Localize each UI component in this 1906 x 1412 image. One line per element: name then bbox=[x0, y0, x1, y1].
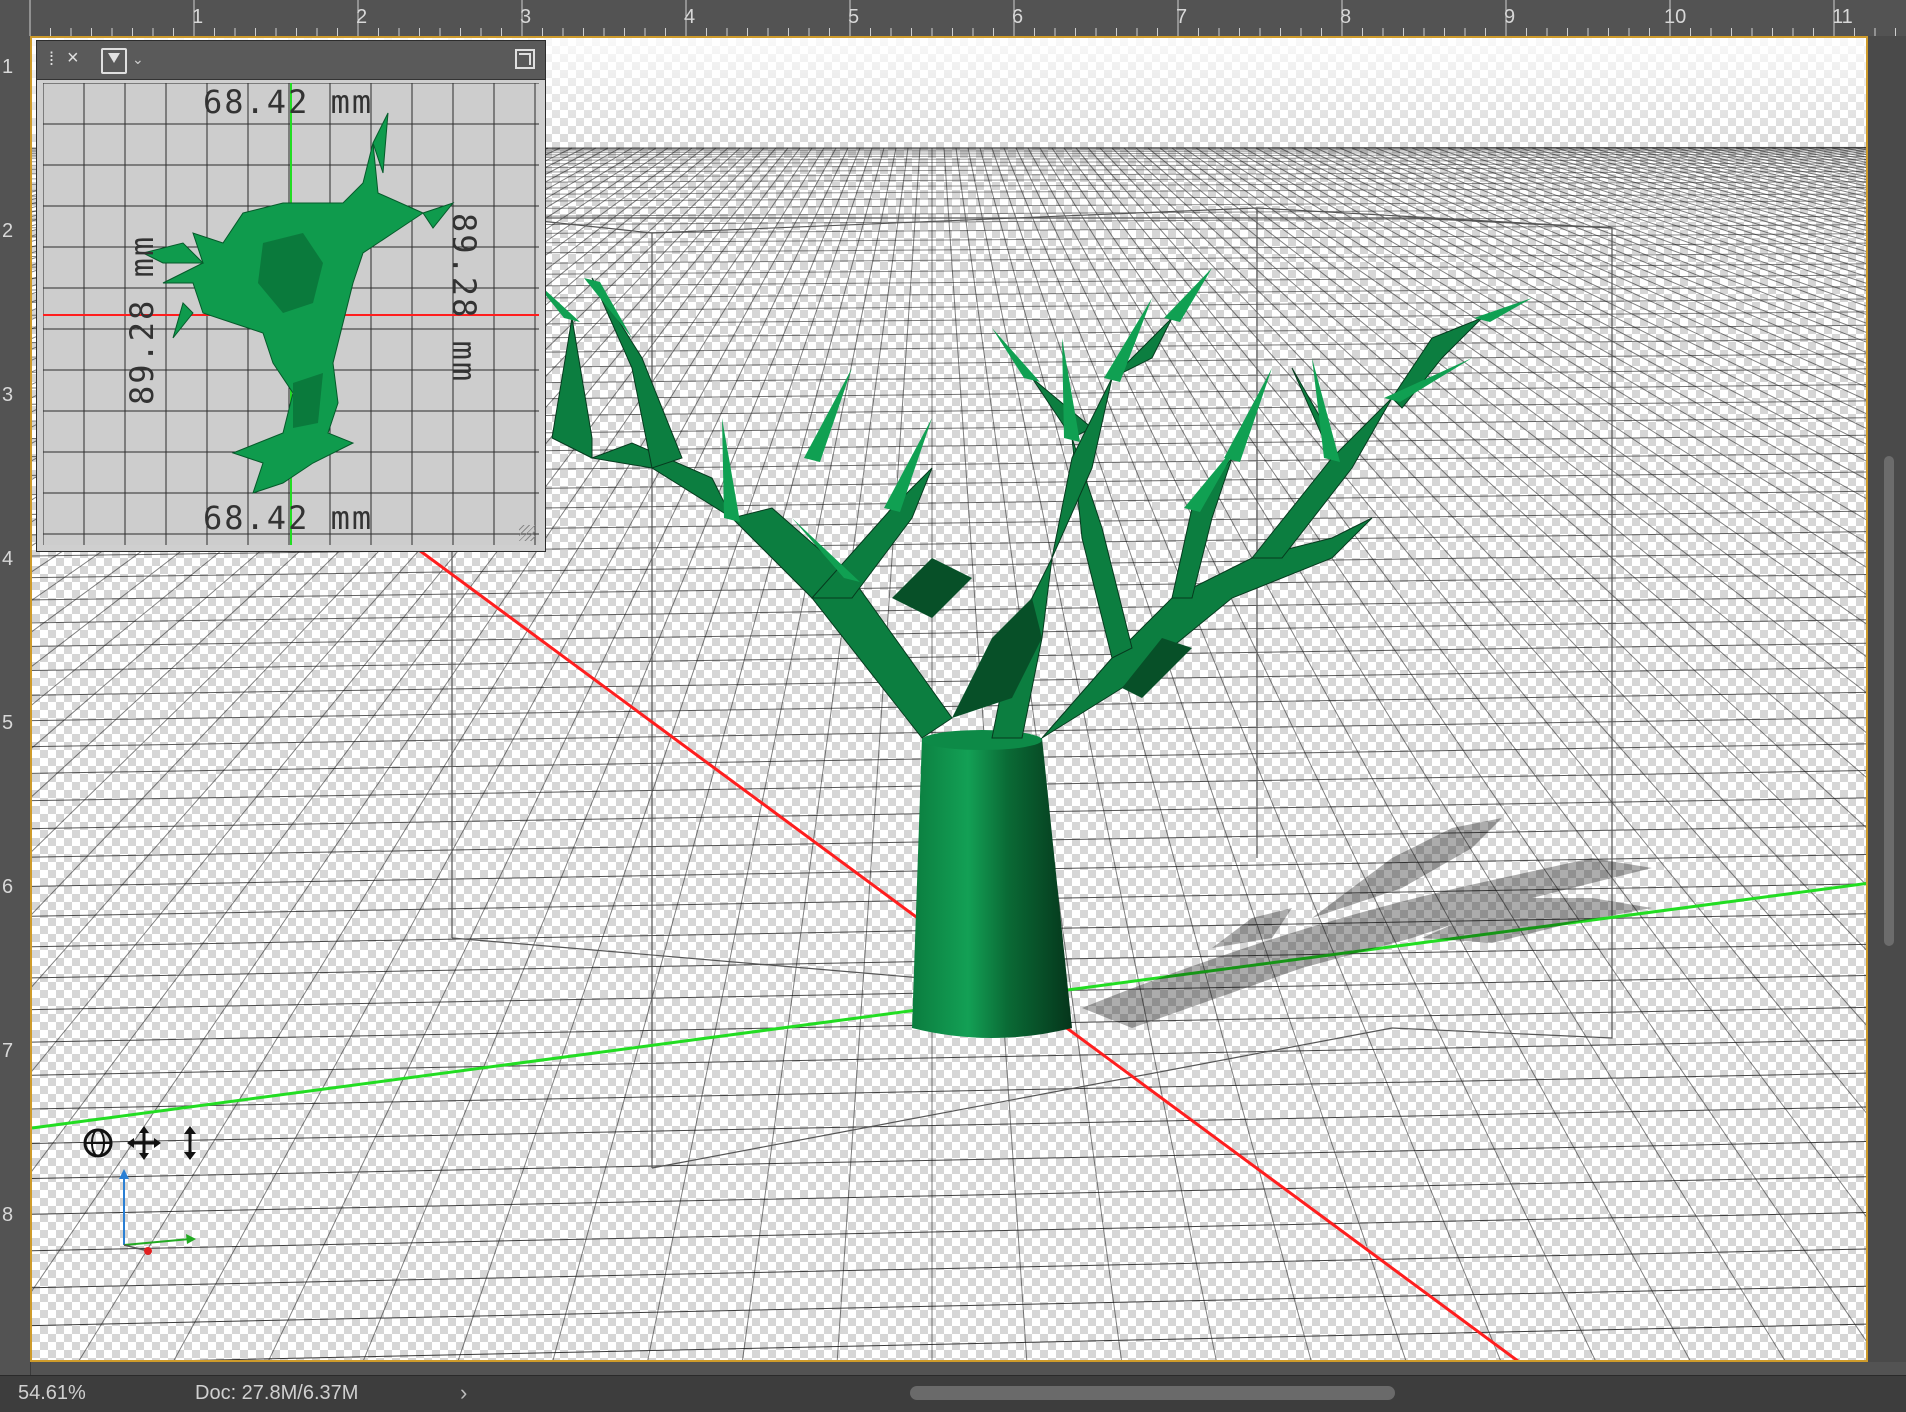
ruler-tick-label: 4 bbox=[2, 548, 14, 570]
ruler-tick-label: 6 bbox=[2, 876, 14, 898]
maximize-icon[interactable] bbox=[515, 49, 535, 69]
document-size: Doc: 27.8M/6.37M bbox=[195, 1382, 359, 1404]
top-ruler-ticks bbox=[29, 0, 1896, 36]
trunk-top bbox=[922, 730, 1042, 750]
ruler-tick-label: 1 bbox=[2, 56, 14, 78]
resize-grip-icon[interactable] bbox=[519, 525, 535, 541]
ruler-tick-label: 8 bbox=[2, 1204, 14, 1226]
status-menu-chevron-icon[interactable]: › bbox=[460, 1380, 467, 1406]
dimension-label-top: 68.42 mm bbox=[203, 83, 374, 121]
orbit-3d-icon[interactable] bbox=[80, 1125, 116, 1161]
ruler-tick-label: 2 bbox=[2, 220, 14, 242]
status-bar: 54.61% Doc: 27.8M/6.37M › bbox=[0, 1375, 1906, 1412]
vertical-scrollbar[interactable] bbox=[1868, 36, 1906, 1362]
top-ruler: 1 2 3 4 5 6 7 8 9 10 11 bbox=[0, 0, 1906, 37]
chevron-down-icon[interactable]: ⌄ bbox=[132, 51, 144, 68]
dolly-3d-icon[interactable] bbox=[172, 1125, 208, 1161]
save-view-icon[interactable] bbox=[101, 48, 127, 74]
ruler-tick-label: 3 bbox=[2, 384, 14, 406]
ruler-tick-label: 7 bbox=[2, 1040, 14, 1062]
dimension-label-left: 89.28 mm bbox=[123, 234, 161, 405]
pan-3d-icon[interactable] bbox=[126, 1125, 162, 1161]
vertical-scroll-thumb[interactable] bbox=[1884, 456, 1894, 946]
secondary-view-panel[interactable]: ⁞ × ⌄ 68.42 mm 68.42 mm 89.28 mm 89.28 m… bbox=[36, 40, 546, 552]
axis-widget-icon[interactable] bbox=[110, 1165, 210, 1265]
top-view-canvas[interactable]: 68.42 mm 68.42 mm 89.28 mm 89.28 mm bbox=[43, 83, 539, 545]
ruler-tick-label: 5 bbox=[2, 712, 14, 734]
left-ruler: 1 2 3 4 5 6 7 8 bbox=[0, 36, 31, 1376]
panel-header[interactable]: ⁞ × ⌄ bbox=[37, 41, 545, 80]
zoom-level[interactable]: 54.61% bbox=[18, 1382, 86, 1405]
drag-grip-icon[interactable]: ⁞ bbox=[49, 49, 54, 70]
dimension-label-right: 89.28 mm bbox=[445, 213, 483, 384]
dimension-label-bottom: 68.42 mm bbox=[203, 499, 374, 537]
3d-camera-tools bbox=[80, 1125, 215, 1165]
close-icon[interactable]: × bbox=[67, 47, 79, 70]
horizontal-scroll-thumb[interactable] bbox=[910, 1386, 1395, 1400]
